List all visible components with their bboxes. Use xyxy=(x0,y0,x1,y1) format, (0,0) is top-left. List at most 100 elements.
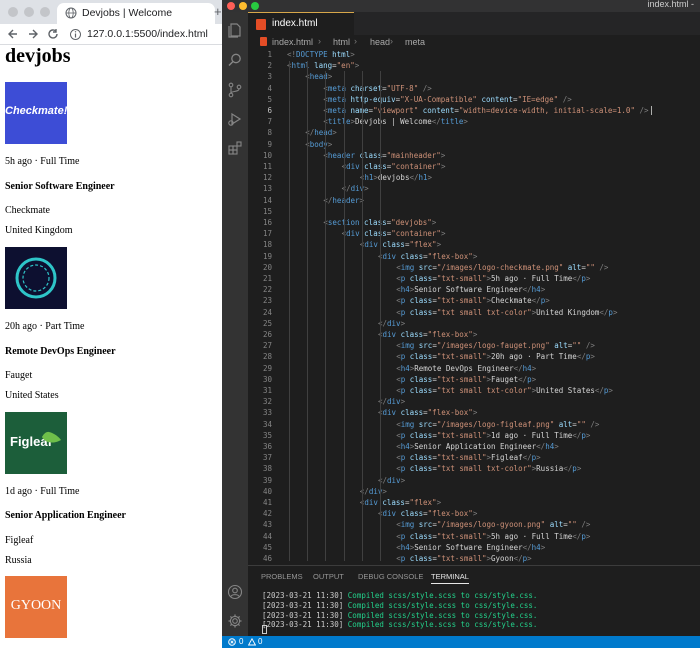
line-number: 26 xyxy=(262,330,272,339)
line-number: 32 xyxy=(262,397,272,407)
line-number: 3 xyxy=(267,72,272,82)
browser-tabstrip: Devjobs | Welcome + xyxy=(0,0,222,24)
line-number: 13 xyxy=(262,184,272,194)
tab-terminal[interactable]: TERMINAL xyxy=(431,572,469,584)
terminal-timestamp: [2023-03-21 11:30] xyxy=(262,620,344,629)
code-line: <p class="txt-small">5h ago · Full Time<… xyxy=(396,274,591,283)
job-company: Checkmate xyxy=(5,205,50,216)
line-number: 12 xyxy=(262,173,272,183)
tab-index-html[interactable]: index.html xyxy=(248,12,354,35)
browser-tab[interactable]: Devjobs | Welcome xyxy=(57,3,215,24)
line-number: 17 xyxy=(262,229,272,239)
window-minimize-button[interactable] xyxy=(239,2,247,10)
chevron-right-icon: › xyxy=(318,36,321,46)
line-number: 19 xyxy=(262,251,272,261)
code-line: <p class="txt-small">Figleaf</p> xyxy=(396,453,541,463)
window-zoom-button[interactable] xyxy=(40,7,50,17)
error-count[interactable]: 0 xyxy=(239,637,243,646)
line-number: 21 xyxy=(262,274,272,283)
line-number: 1 xyxy=(267,50,272,59)
error-icon[interactable] xyxy=(228,638,236,646)
code-line: <h4>Senior Application Engineer</h4> xyxy=(396,442,559,451)
tab-problems[interactable]: PROBLEMS xyxy=(261,572,303,581)
code-line: <p class="txt-small">20h ago · Part Time… xyxy=(396,352,595,362)
job-country: Russia xyxy=(5,555,32,566)
window-close-button[interactable] xyxy=(8,7,18,17)
code-line: <meta http-equiv="X-UA-Compatible" conte… xyxy=(323,94,572,104)
line-number: 25 xyxy=(262,318,272,328)
job-company: Fauget xyxy=(5,370,33,381)
line-number: 5 xyxy=(267,94,272,104)
job-meta: 20h ago · Part Time xyxy=(5,321,85,332)
tab-output[interactable]: OUTPUT xyxy=(313,572,344,581)
vscode-titlebar: index.html - xyxy=(222,0,700,12)
line-number: 23 xyxy=(262,296,272,306)
breadcrumb-item[interactable]: index.html xyxy=(272,37,313,47)
code-line: <img src="/images/logo-checkmate.png" al… xyxy=(396,262,609,272)
html-file-icon xyxy=(260,37,267,46)
tab-title: Devjobs | Welcome xyxy=(82,7,173,19)
editor-tabs: index.html xyxy=(248,12,700,35)
window-zoom-button[interactable] xyxy=(251,2,259,10)
account-icon[interactable] xyxy=(227,584,243,600)
code-line: <p class="txt small txt-color">United St… xyxy=(396,386,613,395)
code-line: <div class="container"> xyxy=(342,229,446,239)
search-icon[interactable] xyxy=(227,52,243,68)
code-line: </div> xyxy=(378,318,406,328)
line-number: 43 xyxy=(262,520,272,530)
run-debug-icon[interactable] xyxy=(227,111,243,127)
bottom-panel: PROBLEMS OUTPUT DEBUG CONSOLE TERMINAL [… xyxy=(248,565,700,636)
indent-guide xyxy=(361,71,363,561)
fauget-logo-mark xyxy=(15,257,57,299)
forward-arrow-icon[interactable] xyxy=(26,27,40,41)
line-number: 7 xyxy=(267,117,272,127)
settings-gear-icon[interactable] xyxy=(227,613,243,629)
html-file-icon xyxy=(256,19,266,30)
line-number: 37 xyxy=(262,453,272,463)
job-card: GYOON xyxy=(5,576,215,638)
code-line: </div> xyxy=(341,184,369,194)
code-line: <meta name="viewport" content="width=dev… xyxy=(323,106,649,115)
back-arrow-icon[interactable] xyxy=(6,27,20,41)
extensions-icon[interactable] xyxy=(227,140,243,156)
leaf-icon xyxy=(42,431,61,443)
line-number: 16 xyxy=(262,218,272,227)
gyoon-logo: GYOON xyxy=(5,576,67,638)
line-number: 36 xyxy=(262,442,272,451)
code-line: <div class="flex-box"> xyxy=(378,509,478,519)
job-card: Checkmate! 5h ago · Full Time Senior Sof… xyxy=(5,82,215,236)
explorer-icon[interactable] xyxy=(227,22,243,38)
breadcrumb-item[interactable]: head xyxy=(370,37,390,47)
tab-debug-console[interactable]: DEBUG CONSOLE xyxy=(358,572,423,581)
code-line: <title>Devjobs | Welcome</title> xyxy=(323,117,468,127)
code-line: <h4>Remote DevOps Engineer</h4> xyxy=(396,363,537,373)
job-country: United Kingdom xyxy=(5,225,73,236)
code-editor[interactable]: 1 <!DOCTYPE html> 2 <html lang="en"> 3 <head>… xyxy=(248,49,700,565)
info-icon[interactable] xyxy=(69,28,82,41)
code-line: <div class="container"> xyxy=(342,162,446,171)
code-line: <div class="flex-box"> xyxy=(378,251,478,261)
address-bar[interactable]: 127.0.0.1:5500/index.html xyxy=(87,28,208,40)
window-close-button[interactable] xyxy=(227,2,235,10)
window-minimize-button[interactable] xyxy=(24,7,34,17)
code-line: <!DOCTYPE html> xyxy=(287,50,355,59)
activity-bar xyxy=(222,12,248,636)
source-control-icon[interactable] xyxy=(227,82,243,98)
rendered-page: devjobs Checkmate! 5h ago · Full Time Se… xyxy=(0,45,222,648)
warning-count[interactable]: 0 xyxy=(258,637,262,646)
code-line: <p class="txt-small">Fauget</p> xyxy=(396,374,537,384)
breadcrumb-item[interactable]: html xyxy=(333,37,350,47)
warning-icon[interactable] xyxy=(248,638,256,646)
fauget-logo xyxy=(5,247,67,309)
job-card: 20h ago · Part Time Remote DevOps Engine… xyxy=(5,247,215,401)
code-line: </div> xyxy=(359,486,387,496)
line-number: 33 xyxy=(262,408,272,418)
code-line: </div> xyxy=(378,475,406,485)
new-tab-button[interactable]: + xyxy=(214,4,222,19)
reload-icon[interactable] xyxy=(46,27,60,41)
code-line: <img src="/images/logo-figleaf.png" alt=… xyxy=(396,419,600,429)
line-number: 42 xyxy=(262,509,272,519)
figleaf-logo: Figleaf xyxy=(5,412,67,474)
line-number: 4 xyxy=(267,83,272,93)
breadcrumb-item[interactable]: meta xyxy=(405,37,425,47)
